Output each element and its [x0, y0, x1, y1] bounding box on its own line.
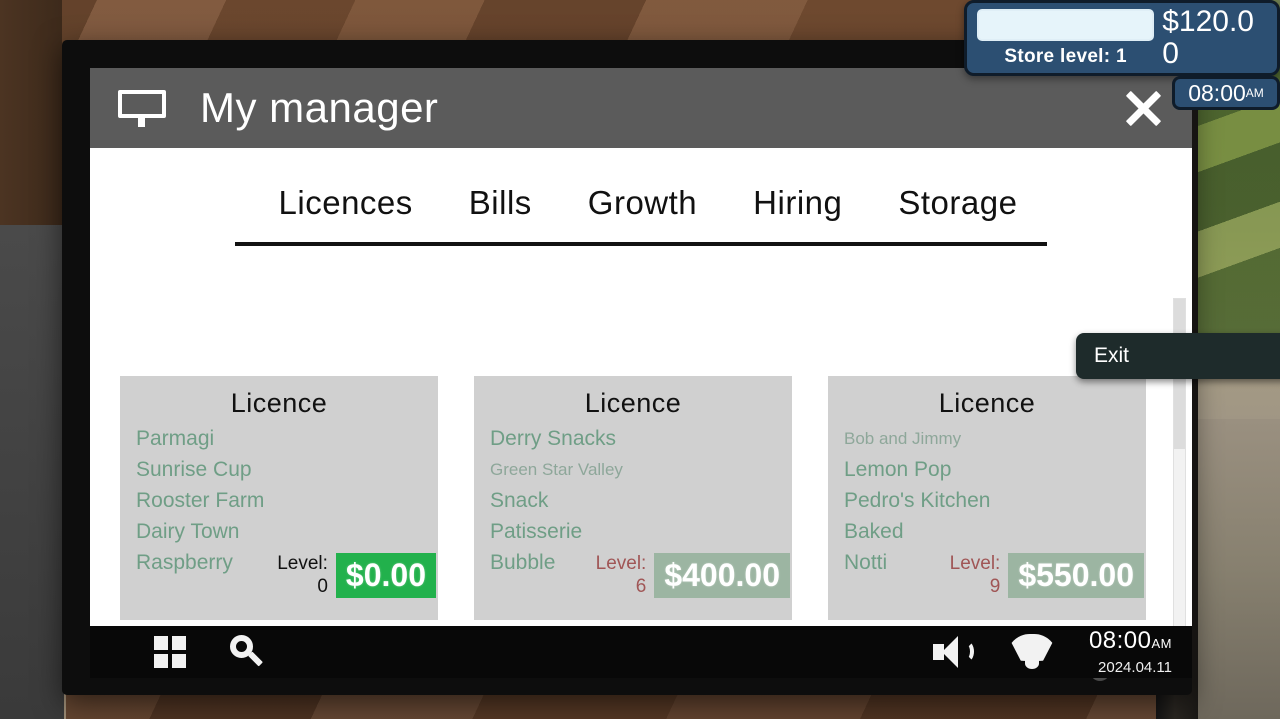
card-footer: Level: 9 $550.00 [950, 552, 1144, 598]
list-item: Sunrise Cup [136, 458, 252, 481]
exit-tooltip[interactable]: Exit [1076, 333, 1280, 379]
level-value: 0 [317, 576, 328, 597]
search-icon[interactable] [222, 630, 266, 674]
card-title: Licence [938, 388, 1036, 418]
outdoor-ground [1198, 419, 1280, 719]
tab-storage[interactable]: Storage [898, 184, 1017, 222]
close-icon[interactable] [1118, 83, 1168, 133]
window-body: Licences Bills Growth Hiring Storage Lic… [90, 148, 1192, 678]
level-display: Level: 9 [950, 552, 1001, 598]
start-grid-icon[interactable] [148, 630, 192, 674]
taskbar-ampm: AM [1151, 636, 1172, 651]
list-item: Bob and Jimmy [844, 429, 962, 448]
licence-card[interactable]: Licence Derry Snacks Green Star Valley S… [474, 376, 792, 620]
list-item: Baked [844, 520, 904, 543]
level-label: Level: [595, 553, 647, 574]
taskbar: 08:00AM 2024.04.11 [90, 626, 1192, 678]
level-label: Level: [277, 553, 328, 574]
licence-card[interactable]: Licence Parmagi Sunrise Cup Rooster Farm… [120, 376, 438, 620]
page-title: My manager [200, 84, 439, 131]
level-value: 6 [635, 576, 647, 597]
buy-price-button[interactable]: $400.00 [654, 552, 790, 598]
list-item: Derry Snacks [490, 427, 617, 450]
tab-hiring[interactable]: Hiring [753, 184, 842, 222]
list-item: Green Star Valley [490, 460, 623, 479]
game-clock: 08:00 AM [1172, 76, 1280, 110]
store-progress-bar [977, 8, 1155, 41]
tab-bar: Licences Bills Growth Hiring Storage [90, 148, 1192, 222]
buy-price-button[interactable]: $0.00 [335, 552, 436, 598]
level-label: Level: [949, 553, 1001, 574]
money-label: $120.00 [1162, 5, 1254, 70]
taskbar-date: 2024.04.11 [1098, 659, 1172, 676]
game-clock-ampm: AM [1245, 86, 1264, 100]
level-value: 9 [989, 576, 1001, 597]
speaker-icon[interactable] [932, 635, 979, 669]
list-item: Rooster Farm [136, 489, 265, 512]
monitor-screen: My manager Licences Bills Growth Hiring … [90, 68, 1192, 678]
card-title: Licence [584, 388, 682, 418]
tab-underline [235, 242, 1047, 246]
licence-card[interactable]: Licence Bob and Jimmy Lemon Pop Pedro's … [828, 376, 1146, 620]
level-display: Level: 0 [277, 552, 328, 598]
store-hud: Store level: 1 $120.00 [964, 0, 1280, 76]
tab-bills[interactable]: Bills [469, 184, 532, 222]
game-clock-time: 08:00 [1188, 79, 1246, 106]
monitor-frame: v.0.1.0 My manager Licences Bills Growth… [62, 40, 1192, 695]
store-progress-area: Store level: 1 [977, 8, 1155, 68]
list-item: Parmagi [136, 427, 215, 450]
list-item: Patisserie [490, 520, 583, 543]
tab-licences[interactable]: Licences [279, 184, 413, 222]
store-level-label: Store level: 1 [1004, 45, 1127, 67]
left-wall-panel [0, 225, 64, 719]
window-header: My manager [90, 68, 1192, 148]
wifi-icon[interactable] [1005, 634, 1059, 670]
list-item: Snack [490, 489, 549, 512]
list-item: Dairy Town [136, 520, 240, 543]
list-item: Pedro's Kitchen [844, 489, 991, 512]
card-title: Licence [230, 388, 328, 418]
taskbar-time: 08:00 [1088, 627, 1152, 654]
taskbar-clock[interactable]: 08:00AM 2024.04.11 [1085, 627, 1172, 676]
level-display: Level: 6 [596, 552, 647, 598]
taskbar-tray: 08:00AM 2024.04.11 [932, 627, 1180, 676]
list-item: Lemon Pop [844, 458, 952, 481]
monitor-icon [118, 90, 166, 127]
card-footer: Level: 0 $0.00 [277, 552, 436, 598]
tab-growth[interactable]: Growth [588, 184, 697, 222]
card-footer: Level: 6 $400.00 [596, 552, 790, 598]
buy-price-button[interactable]: $550.00 [1008, 552, 1144, 598]
